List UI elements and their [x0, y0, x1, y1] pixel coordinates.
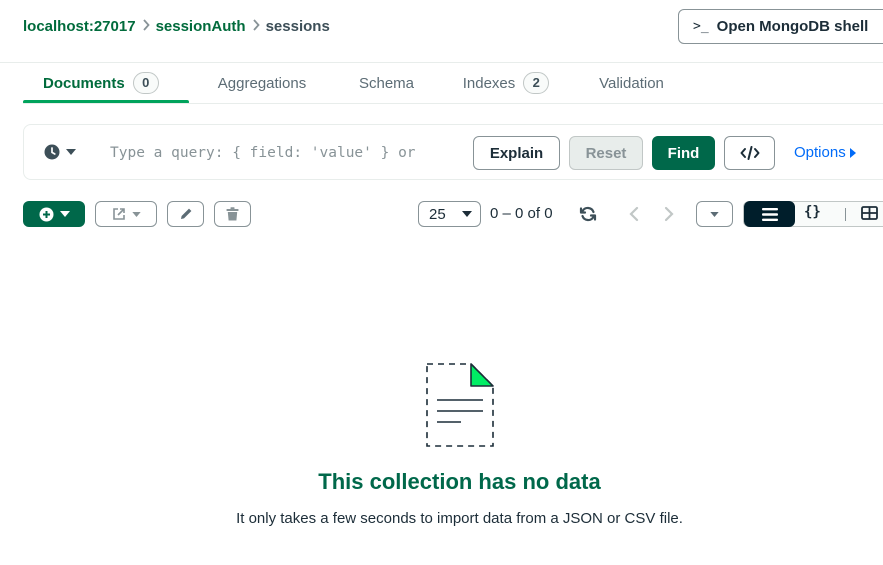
chevron-right-icon [136, 18, 156, 34]
tab-validation[interactable]: Validation [574, 63, 689, 103]
caret-down-icon [59, 211, 70, 217]
chevron-right-icon [246, 18, 266, 34]
tab-aggregations[interactable]: Aggregations [189, 63, 335, 103]
tab-indexes[interactable]: Indexes 2 [438, 63, 574, 103]
chevron-left-icon[interactable] [626, 204, 642, 229]
reset-button[interactable]: Reset [569, 136, 643, 170]
tab-bar: Documents 0 Aggregations Schema Indexes … [23, 63, 689, 104]
trash-icon [226, 207, 239, 221]
breadcrumb-collection: sessions [265, 17, 330, 35]
terminal-icon: >_ [693, 19, 709, 34]
export-icon [112, 208, 125, 220]
tab-documents[interactable]: Documents 0 [23, 63, 189, 104]
view-switcher: {} [743, 201, 883, 227]
table-icon [861, 206, 878, 220]
page-size-value: 25 [429, 205, 446, 223]
empty-state: This collection has no data It only take… [200, 362, 719, 530]
empty-state-title: This collection has no data [318, 469, 601, 494]
query-input[interactable] [110, 142, 470, 164]
documents-count-badge: 0 [132, 72, 159, 94]
caret-down-icon [131, 211, 141, 217]
empty-document-icon [425, 363, 494, 447]
list-view-button[interactable] [744, 201, 795, 227]
list-icon [761, 207, 778, 221]
find-button[interactable]: Find [652, 136, 715, 170]
bulk-update-button[interactable] [167, 201, 204, 227]
page-size-select[interactable]: 25 [418, 201, 481, 227]
export-button[interactable] [95, 201, 157, 227]
pagination-range: 0 – 0 of 0 [490, 205, 553, 222]
pencil-icon [180, 208, 191, 219]
caret-down-icon [462, 211, 472, 217]
add-data-button[interactable] [23, 201, 85, 227]
tab-aggregations-label: Aggregations [217, 74, 307, 92]
open-shell-button[interactable]: >_ Open MongoDB shell [678, 9, 883, 44]
caret-down-icon [710, 211, 719, 217]
bulk-delete-button[interactable] [214, 201, 251, 227]
query-history-button[interactable] [44, 144, 76, 160]
indexes-count-badge: 2 [523, 72, 550, 94]
documents-toolbar: 25 0 – 0 of 0 {} [0, 200, 883, 228]
json-view-button[interactable]: {} [804, 204, 821, 220]
empty-state-subtitle: It only takes a few seconds to import da… [236, 510, 683, 527]
tab-schema[interactable]: Schema [335, 63, 438, 103]
tab-indexes-label: Indexes [462, 74, 516, 92]
generate-code-button[interactable] [724, 136, 775, 170]
explain-button[interactable]: Explain [473, 136, 560, 170]
code-icon [740, 146, 759, 160]
tab-documents-label: Documents [43, 74, 125, 92]
chevron-right-icon[interactable] [661, 204, 677, 229]
view-options-dropdown[interactable] [696, 201, 733, 227]
view-divider [845, 208, 846, 221]
query-bar: Explain Reset Find Options [23, 124, 883, 180]
caret-right-icon [849, 147, 856, 158]
caret-down-icon [66, 149, 76, 155]
options-toggle[interactable]: Options [794, 144, 856, 161]
options-label: Options [794, 144, 846, 161]
tab-schema-label: Schema [358, 74, 415, 92]
tabs-divider [23, 103, 883, 104]
table-view-button[interactable] [861, 206, 878, 225]
tab-validation-label: Validation [599, 74, 664, 92]
plus-circle-icon [39, 207, 53, 221]
breadcrumb: localhost:27017 sessionAuth sessions [23, 16, 330, 36]
open-shell-label: Open MongoDB shell [716, 18, 869, 35]
breadcrumb-host[interactable]: localhost:27017 [23, 18, 136, 35]
clock-icon [44, 144, 60, 160]
refresh-icon[interactable] [578, 204, 598, 229]
breadcrumb-database[interactable]: sessionAuth [156, 18, 246, 35]
